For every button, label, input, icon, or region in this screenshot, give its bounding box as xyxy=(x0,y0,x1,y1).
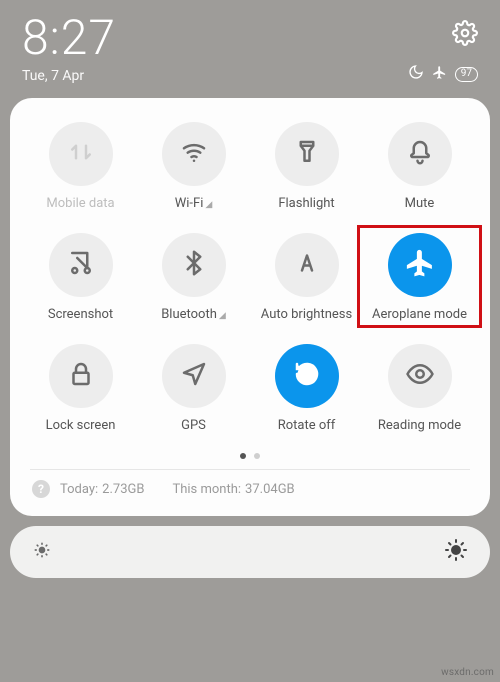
location-icon xyxy=(179,359,209,393)
bell-icon xyxy=(405,137,435,171)
auto-brightness-icon xyxy=(292,248,322,282)
wifi-icon xyxy=(179,137,209,171)
airplane-icon xyxy=(405,248,435,282)
tile-lock-screen[interactable]: Lock screen xyxy=(24,344,137,433)
status-indicators: 97 xyxy=(408,64,478,84)
tile-mobile-data[interactable]: Mobile data xyxy=(24,122,137,211)
page-indicator xyxy=(24,453,476,459)
brightness-slider[interactable] xyxy=(10,526,490,578)
bluetooth-icon xyxy=(179,248,209,282)
month-value: 37.04GB xyxy=(245,482,295,497)
tile-label: Wi-Fi◢ xyxy=(175,196,213,211)
tile-label: Mobile data xyxy=(46,196,114,211)
battery-indicator: 97 xyxy=(455,67,478,82)
date: Tue, 7 Apr xyxy=(22,68,116,84)
tile-mute[interactable]: Mute xyxy=(363,122,476,211)
settings-icon[interactable] xyxy=(452,20,478,50)
tile-wifi[interactable]: Wi-Fi◢ xyxy=(137,122,250,211)
tile-rotate-off[interactable]: Rotate off xyxy=(250,344,363,433)
mobile-data-icon xyxy=(66,137,96,171)
flashlight-icon xyxy=(292,137,322,171)
today-label: Today: xyxy=(60,482,98,497)
clock: 8:27 xyxy=(22,14,116,62)
info-icon: ? xyxy=(32,480,50,498)
divider xyxy=(30,469,470,470)
tile-reading-mode[interactable]: Reading mode xyxy=(363,344,476,433)
tile-label: Reading mode xyxy=(378,418,461,433)
tile-gps[interactable]: GPS xyxy=(137,344,250,433)
tile-bluetooth[interactable]: Bluetooth◢ xyxy=(137,233,250,322)
rotate-lock-icon xyxy=(292,359,322,393)
page-dot-2 xyxy=(254,453,260,459)
airplane-status-icon xyxy=(432,65,447,84)
watermark: wsxdn.com xyxy=(441,667,494,678)
tile-label: Rotate off xyxy=(278,418,336,433)
tile-flashlight[interactable]: Flashlight xyxy=(250,122,363,211)
eye-icon xyxy=(405,359,435,393)
tile-label: Screenshot xyxy=(48,307,113,322)
tile-label: Bluetooth◢ xyxy=(161,307,226,322)
data-usage-row[interactable]: ? Today: 2.73GB This month: 37.04GB xyxy=(24,480,476,502)
tile-label: Mute xyxy=(405,196,435,211)
tile-label: Aeroplane mode xyxy=(372,307,467,322)
brightness-high-icon xyxy=(444,538,468,566)
tile-label: GPS xyxy=(181,418,206,433)
tile-label: Auto brightness xyxy=(261,307,352,322)
dnd-icon xyxy=(408,64,424,84)
lock-icon xyxy=(66,359,96,393)
tile-label: Lock screen xyxy=(46,418,116,433)
tile-screenshot[interactable]: Screenshot xyxy=(24,233,137,322)
brightness-low-icon xyxy=(32,540,52,564)
status-header: 8:27 Tue, 7 Apr 97 xyxy=(0,0,500,90)
screenshot-icon xyxy=(66,248,96,282)
tile-auto-brightness[interactable]: Auto brightness xyxy=(250,233,363,322)
today-value: 2.73GB xyxy=(102,482,144,497)
tile-aeroplane-mode[interactable]: Aeroplane mode xyxy=(363,233,476,322)
tile-label: Flashlight xyxy=(278,196,334,211)
month-label: This month: xyxy=(172,482,241,497)
page-dot-1 xyxy=(240,453,246,459)
quick-settings-panel: Mobile data Wi-Fi◢ Flashlight Mute Scree xyxy=(10,98,490,516)
